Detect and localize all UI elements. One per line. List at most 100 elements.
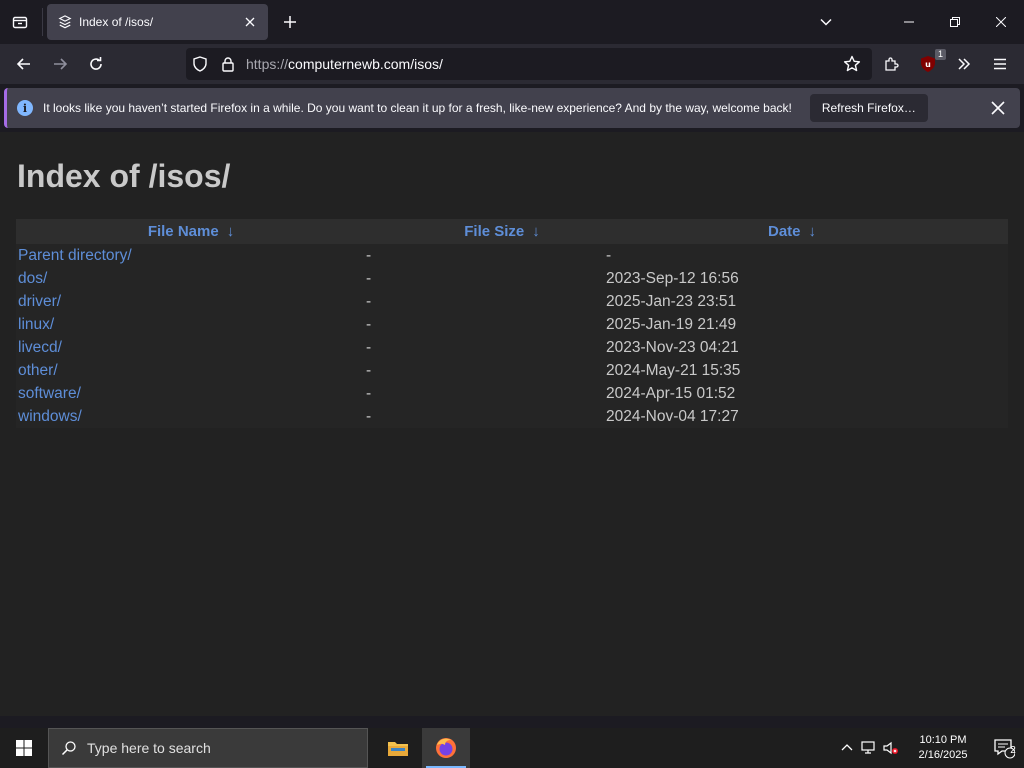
system-clock[interactable]: 10:10 PM 2/16/2025 [908, 733, 978, 763]
tab-strip: Index of /isos/ [0, 0, 1024, 44]
extension-badge: 1 [935, 49, 947, 60]
puzzle-icon [885, 57, 899, 71]
forward-button[interactable] [44, 48, 76, 80]
table-row: Parent directory/ - - [16, 244, 1008, 267]
system-tray: 10:10 PM 2/16/2025 2 [836, 728, 1024, 768]
table-row: software/ - 2024-Apr-15 01:52 [16, 382, 1008, 405]
restore-icon [950, 17, 960, 27]
sort-arrow-icon: ↓ [808, 223, 817, 240]
refresh-firefox-notification: i It looks like you haven’t started Fire… [4, 88, 1020, 128]
close-window-button[interactable] [978, 0, 1024, 44]
file-explorer-taskbar-button[interactable] [374, 728, 422, 768]
file-link[interactable]: windows/ [16, 408, 366, 426]
column-date-label: Date [767, 223, 801, 240]
search-placeholder: Type here to search [87, 740, 211, 756]
double-chevron-right-icon [958, 58, 971, 70]
file-size: - [366, 246, 372, 264]
file-size: - [366, 269, 372, 287]
listing-header: File Name ↓ File Size ↓ Date ↓ [16, 219, 1008, 244]
hamburger-menu-icon [994, 58, 1006, 70]
svg-text:u: u [925, 60, 931, 69]
file-link[interactable]: livecd/ [16, 339, 366, 357]
back-button[interactable] [8, 48, 40, 80]
file-link[interactable]: software/ [16, 385, 366, 403]
table-row: windows/ - 2024-Nov-04 17:27 [16, 405, 1008, 428]
sort-arrow-icon: ↓ [226, 223, 235, 240]
file-date: - [606, 246, 612, 264]
column-date[interactable]: Date ↓ [622, 223, 962, 240]
chevron-down-icon [820, 18, 832, 26]
file-link[interactable]: dos/ [16, 270, 366, 288]
restore-button[interactable] [932, 0, 978, 44]
file-link[interactable]: driver/ [16, 293, 366, 311]
reload-button[interactable] [80, 48, 112, 80]
tab-title: Index of /isos/ [79, 15, 154, 29]
firefox-logo-icon [436, 738, 456, 758]
lock-icon[interactable] [214, 50, 242, 78]
close-icon [996, 17, 1006, 27]
tracking-protection-icon[interactable] [186, 50, 214, 78]
bookmark-star-icon[interactable] [838, 50, 866, 78]
notification-message: It looks like you haven’t started Firefo… [43, 101, 792, 115]
more-tools-button[interactable] [948, 48, 980, 80]
file-size: - [366, 384, 372, 402]
tab-active[interactable]: Index of /isos/ [47, 4, 268, 40]
taskbar-search-box[interactable]: Type here to search [48, 728, 368, 768]
file-link[interactable]: other/ [16, 362, 366, 380]
sort-arrow-icon: ↓ [532, 223, 540, 240]
file-date: 2025-Jan-19 21:49 [606, 315, 737, 333]
new-tab-button[interactable] [274, 6, 306, 38]
ublock-origin-button[interactable]: u 1 [912, 48, 947, 80]
table-row: dos/ - 2023-Sep-12 16:56 [16, 267, 1008, 290]
file-link[interactable]: linux/ [16, 316, 366, 334]
url-host-path: computernewb.com/isos/ [288, 56, 443, 72]
network-icon[interactable] [858, 728, 880, 768]
column-file-size-label: File Size [464, 223, 525, 240]
windows-logo-icon [16, 740, 32, 756]
notification-close-icon[interactable] [986, 96, 1010, 120]
clock-time: 10:10 PM [919, 734, 967, 746]
extensions-button[interactable] [876, 48, 908, 80]
file-size: - [366, 338, 372, 356]
address-bar[interactable]: https://computernewb.com/isos/ [186, 48, 872, 80]
table-row: livecd/ - 2023-Nov-23 04:21 [16, 336, 1008, 359]
windows-taskbar: Type here to search 10:10 PM 2/16/2025 2 [0, 728, 1024, 768]
arrow-left-icon [16, 58, 30, 70]
file-date: 2024-Apr-15 01:52 [606, 384, 736, 402]
page-favicon-icon [57, 14, 73, 30]
file-size: - [366, 407, 372, 425]
column-file-name-label: File Name [147, 223, 219, 240]
table-row: driver/ - 2025-Jan-23 23:51 [16, 290, 1008, 313]
reload-icon [90, 57, 102, 70]
file-link[interactable]: Parent directory/ [16, 247, 366, 265]
clock-date: 2/16/2025 [918, 749, 968, 761]
plus-icon [284, 16, 296, 28]
action-center-button[interactable]: 2 [984, 728, 1024, 768]
search-icon [61, 741, 76, 756]
column-file-size[interactable]: File Size ↓ [382, 223, 622, 240]
file-date: 2024-Nov-04 17:27 [606, 407, 739, 425]
url-text: https://computernewb.com/isos/ [246, 56, 443, 72]
minimize-button[interactable] [886, 0, 932, 44]
show-hidden-icons-chevron-icon[interactable] [836, 728, 858, 768]
firefox-view-button[interactable] [4, 6, 36, 38]
tab-separator [42, 8, 43, 36]
folder-icon [388, 742, 408, 756]
column-file-name[interactable]: File Name ↓ [16, 223, 366, 240]
file-size: - [366, 315, 372, 333]
file-date: 2024-May-21 15:35 [606, 361, 741, 379]
volume-muted-icon[interactable] [880, 728, 902, 768]
app-menu-button[interactable] [984, 48, 1016, 80]
minimize-icon [904, 21, 914, 23]
tab-close-icon[interactable] [242, 14, 258, 30]
file-size: - [366, 292, 372, 310]
refresh-firefox-button[interactable]: Refresh Firefox… [809, 94, 928, 122]
table-row: other/ - 2024-May-21 15:35 [16, 359, 1008, 382]
url-protocol: https:// [246, 56, 289, 72]
firefox-taskbar-button[interactable] [422, 728, 470, 768]
start-button[interactable] [0, 728, 48, 768]
notification-count: 2 [1010, 745, 1016, 756]
list-all-tabs-button[interactable] [810, 6, 842, 38]
directory-listing: File Name ↓ File Size ↓ Date ↓ Parent direc… [16, 219, 1008, 428]
page-title: Index of /isos/ [17, 158, 231, 194]
